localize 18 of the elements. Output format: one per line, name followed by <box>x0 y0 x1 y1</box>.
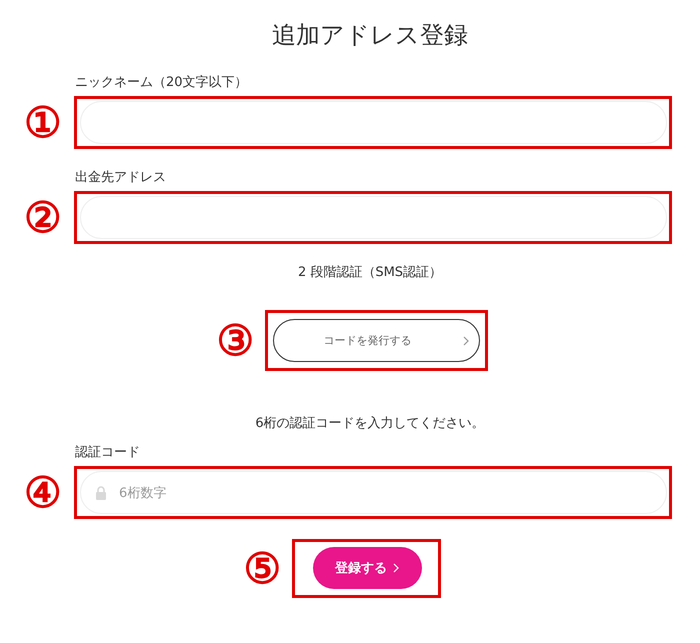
step-number: ① <box>23 100 63 146</box>
input-field[interactable]: 6桁数字 <box>80 471 667 514</box>
placeholder: 6桁数字 <box>119 484 166 502</box>
step-number: ② <box>23 194 63 240</box>
issue-code-button[interactable]: コードを発行する <box>272 319 480 362</box>
lock-icon <box>95 486 107 500</box>
register-button[interactable]: 登録する <box>312 547 422 589</box>
field-label: ニックネーム（20文字以下） <box>75 74 249 92</box>
instruction-text: 2 段階認証（SMS認証） <box>296 264 444 282</box>
chevron-right-icon <box>393 563 399 573</box>
step-number: ⑤ <box>242 546 282 592</box>
page-title: 追加アドレス登録 <box>271 20 469 50</box>
instruction-text: 6桁の認証コードを入力してください。 <box>254 415 486 433</box>
field-label: 認証コード <box>75 444 141 462</box>
field-label: 出金先アドレス <box>75 169 167 187</box>
step-number: ③ <box>216 318 256 364</box>
step-number: ④ <box>23 470 63 516</box>
chevron-right-icon <box>462 336 468 346</box>
